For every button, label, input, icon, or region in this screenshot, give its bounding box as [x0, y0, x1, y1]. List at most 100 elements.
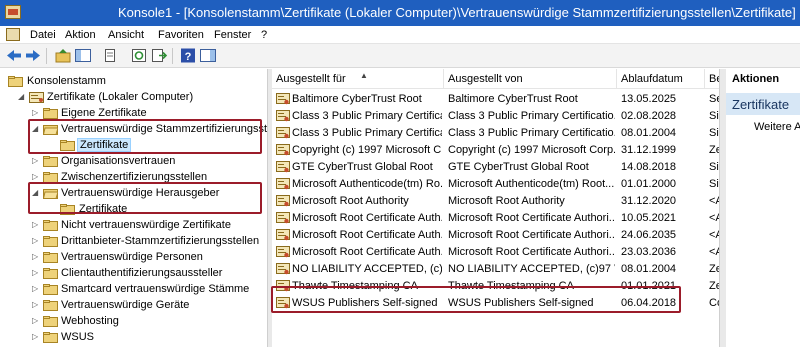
- collapsed-arrow-icon[interactable]: ▷: [32, 268, 40, 278]
- tree-node-wsus[interactable]: ▷ WSUS: [0, 329, 267, 345]
- cell-purpose: <A: [709, 212, 719, 224]
- cell-issued-by: GTE CyberTrust Global Root: [448, 161, 589, 173]
- tree-node-zwischenzertifizierungsstellen[interactable]: ▷ Zwischenzertifizierungsstellen: [0, 169, 267, 185]
- folder-icon: [43, 108, 58, 119]
- cell-purpose: <A: [709, 229, 719, 241]
- tree-node-zertifikate-selected[interactable]: Zertifikate: [0, 137, 267, 153]
- folder-icon: [43, 316, 58, 327]
- collapsed-arrow-icon[interactable]: ▷: [32, 252, 40, 262]
- tree-node-clientauthentifizierungsaussteller[interactable]: ▷ Clientauthentifizierungsaussteller: [0, 265, 267, 281]
- toolbar-separator: [46, 48, 47, 64]
- tree-node-nicht-vertrauenswuerdige-zertifikate[interactable]: ▷ Nicht vertrauenswürdige Zertifikate: [0, 217, 267, 233]
- folder-icon: [43, 284, 58, 295]
- certificate-icon: [276, 280, 290, 293]
- expanded-arrow-icon[interactable]: ◢: [32, 124, 40, 134]
- table-row[interactable]: Microsoft Root Authority Microsoft Root A…: [272, 193, 719, 210]
- tree-label: Vertrauenswürdige Stammzertifizierungsst…: [61, 123, 268, 135]
- table-row[interactable]: GTE CyberTrust Global Root GTE CyberTrust…: [272, 159, 719, 176]
- certificate-store-icon: [29, 92, 44, 103]
- table-row[interactable]: NO LIABILITY ACCEPTED, (c)97 ... NO LIABI…: [272, 261, 719, 278]
- tree-node-vertrauenswuerdige-herausgeber[interactable]: ◢ Vertrauenswürdige Herausgeber: [0, 185, 267, 201]
- actions-section-zertifikate[interactable]: Zertifikate: [726, 93, 800, 115]
- certificate-icon: [276, 161, 290, 174]
- tree-node-smartcard-vertrauenswuerdige-staemme[interactable]: ▷ Smartcard vertrauenswürdige Stämme: [0, 281, 267, 297]
- cell-issued-to: Microsoft Root Certificate Auth...: [292, 229, 442, 241]
- tree-node-drittanbieter-stammzertifizierungsstellen[interactable]: ▷ Drittanbieter-Stammzertifizierungsstel…: [0, 233, 267, 249]
- column-header-ablaufdatum[interactable]: Ablaufdatum: [617, 69, 705, 89]
- up-folder-icon[interactable]: [54, 47, 72, 64]
- column-header-ausgestellt-fuer[interactable]: Ausgestellt für ▲: [272, 69, 444, 89]
- window-title: Konsole1 - [Konsolenstamm\Zertifikate (L…: [118, 5, 796, 20]
- actions-more[interactable]: Weitere Ak: [754, 121, 800, 133]
- forward-icon[interactable]: [24, 47, 42, 64]
- system-menu-icon[interactable]: [6, 28, 20, 41]
- cell-issued-to: Microsoft Authenticode(tm) Ro...: [292, 178, 442, 190]
- title-bar: Konsole1 - [Konsolenstamm\Zertifikate (L…: [0, 0, 800, 26]
- cell-issued-by: Microsoft Root Certificate Authori...: [448, 229, 615, 241]
- copy-icon[interactable]: [101, 47, 119, 64]
- cell-purpose: Sic: [709, 178, 719, 190]
- tree-label: Clientauthentifizierungsaussteller: [61, 267, 223, 279]
- table-row[interactable]: Microsoft Authenticode(tm) Ro... Microsof…: [272, 176, 719, 193]
- cell-issued-by: Microsoft Authenticode(tm) Root...: [448, 178, 615, 190]
- table-row[interactable]: Baltimore CyberTrust Root Baltimore Cyber…: [272, 91, 719, 108]
- tree-node-webhosting[interactable]: ▷ Webhosting: [0, 313, 267, 329]
- cell-issued-by: Baltimore CyberTrust Root: [448, 93, 578, 105]
- export-icon[interactable]: [150, 47, 168, 64]
- tree-node-eigene-zertifikate[interactable]: ▷ Eigene Zertifikate: [0, 105, 267, 121]
- table-row[interactable]: WSUS Publishers Self-signed WSUS Publishe…: [272, 295, 719, 312]
- collapsed-arrow-icon[interactable]: ▷: [32, 332, 40, 342]
- folder-icon: [60, 204, 75, 215]
- collapsed-arrow-icon[interactable]: ▷: [32, 172, 40, 182]
- menu-fenster[interactable]: Fenster: [214, 29, 251, 41]
- collapsed-arrow-icon[interactable]: ▷: [32, 316, 40, 326]
- tree-node-zertifikate-lokaler-computer[interactable]: ◢ Zertifikate (Lokaler Computer): [0, 89, 267, 105]
- back-icon[interactable]: [5, 47, 23, 64]
- menu-bar: Datei Aktion Ansicht Favoriten Fenster ?: [0, 26, 800, 44]
- cell-expiration: 01.01.2021: [621, 280, 677, 292]
- tree-node-vertrauenswuerdige-stammzertifizierungsstellen[interactable]: ◢ Vertrauenswürdige Stammzertifizierungs…: [0, 121, 268, 137]
- table-row[interactable]: Microsoft Root Certificate Auth... Micros…: [272, 227, 719, 244]
- help-icon[interactable]: ?: [179, 47, 197, 64]
- collapsed-arrow-icon[interactable]: ▷: [32, 300, 40, 310]
- collapsed-arrow-icon[interactable]: ▷: [32, 156, 40, 166]
- cell-issued-to: Copyright (c) 1997 Microsoft C...: [292, 144, 442, 156]
- cell-expiration: 24.06.2035: [621, 229, 677, 241]
- expanded-arrow-icon[interactable]: ◢: [18, 92, 26, 102]
- cell-issued-to: Microsoft Root Authority: [292, 195, 409, 207]
- column-header-ausgestellt-von[interactable]: Ausgestellt von: [444, 69, 617, 89]
- tree-label: Vertrauenswürdige Herausgeber: [61, 187, 220, 199]
- action-pane-icon[interactable]: [199, 47, 217, 64]
- mmc-console-icon[interactable]: [5, 5, 21, 19]
- menu-help[interactable]: ?: [261, 29, 267, 41]
- table-row[interactable]: Thawte Timestamping CA Thawte Timestampin…: [272, 278, 719, 295]
- column-label: Ausgestellt von: [448, 73, 523, 85]
- table-row[interactable]: Class 3 Public Primary Certificat... Clas…: [272, 125, 719, 142]
- column-header-beabsichtigte-zwecke[interactable]: Be: [705, 69, 719, 89]
- cell-expiration: 31.12.1999: [621, 144, 677, 156]
- menu-aktion[interactable]: Aktion: [65, 29, 96, 41]
- table-row[interactable]: Microsoft Root Certificate Auth... Micros…: [272, 210, 719, 227]
- menu-ansicht[interactable]: Ansicht: [108, 29, 144, 41]
- collapsed-arrow-icon[interactable]: ▷: [32, 220, 40, 230]
- actions-pane: Aktionen Zertifikate Weitere Ak: [726, 69, 800, 347]
- tree-node-vertrauenswuerdige-geraete[interactable]: ▷ Vertrauenswürdige Geräte: [0, 297, 267, 313]
- tree-node-vertrauenswuerdige-personen[interactable]: ▷ Vertrauenswürdige Personen: [0, 249, 267, 265]
- menu-favoriten[interactable]: Favoriten: [158, 29, 204, 41]
- tree-label: Drittanbieter-Stammzertifizierungsstelle…: [61, 235, 260, 247]
- tree-node-herausgeber-zertifikate[interactable]: Zertifikate: [0, 201, 267, 217]
- expanded-arrow-icon[interactable]: ◢: [32, 188, 40, 198]
- tree-node-konsolenstamm[interactable]: Konsolenstamm: [0, 73, 267, 89]
- table-row[interactable]: Copyright (c) 1997 Microsoft C... Copyrig…: [272, 142, 719, 159]
- collapsed-arrow-icon[interactable]: ▷: [32, 284, 40, 294]
- show-hide-tree-icon[interactable]: [74, 47, 92, 64]
- table-row[interactable]: Microsoft Root Certificate Auth... Micros…: [272, 244, 719, 261]
- menu-datei[interactable]: Datei: [30, 29, 56, 41]
- cell-purpose: <A: [709, 195, 719, 207]
- collapsed-arrow-icon[interactable]: ▷: [32, 236, 40, 246]
- collapsed-arrow-icon[interactable]: ▷: [32, 108, 40, 118]
- folder-icon: [43, 220, 58, 231]
- tree-node-organisationsvertrauen[interactable]: ▷ Organisationsvertrauen: [0, 153, 267, 169]
- refresh-icon[interactable]: [130, 47, 148, 64]
- table-row[interactable]: Class 3 Public Primary Certificat... Clas…: [272, 108, 719, 125]
